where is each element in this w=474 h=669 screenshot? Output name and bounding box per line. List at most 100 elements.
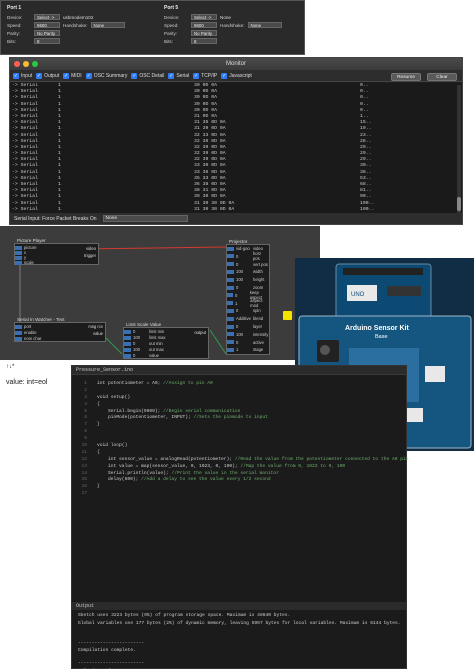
parity-select[interactable]: No Parity — [34, 30, 60, 36]
code-area[interactable]: 1 int potentiometer = A0; //Assign to pin… — [72, 375, 408, 498]
resume-button[interactable]: Resume — [391, 73, 421, 81]
port-value[interactable]: 0 value — [124, 353, 159, 358]
port-value[interactable]: 0 — [236, 285, 251, 290]
checkbox-checked-icon[interactable]: ✓ — [63, 72, 70, 79]
port-out-max[interactable]: 100 out max — [124, 347, 164, 352]
port-value[interactable]: 100 — [133, 347, 147, 352]
code-line[interactable]: 1 int potentiometer = A0; //Assign to pin… — [72, 381, 406, 388]
code-line[interactable]: 10 void loop() — [72, 443, 406, 450]
port-value[interactable]: 0 — [235, 293, 248, 298]
speed-select[interactable]: 9600 — [191, 22, 217, 28]
out-msg-rcv[interactable]: msg rcv — [88, 324, 103, 329]
out-value[interactable]: value — [93, 331, 103, 336]
code-line[interactable]: 13 int value = map(sensor_value, 0, 1023… — [72, 464, 406, 471]
bits-select[interactable]: 8 — [191, 38, 217, 44]
parity-select[interactable]: No Parity — [191, 30, 217, 36]
code-line[interactable]: 11 { — [72, 450, 406, 457]
filter-javascript[interactable]: ✓ Javascript — [221, 72, 252, 79]
code-line[interactable]: 6 pinMode(potentiometer, INPUT); //Sets … — [72, 415, 406, 422]
filter-midi[interactable]: ✓ MIDI — [63, 72, 82, 79]
projector-toggle[interactable] — [283, 311, 292, 320]
port-scale[interactable]: scale — [15, 260, 34, 265]
close-icon[interactable] — [14, 61, 20, 67]
filter-osc-summary[interactable]: ✓ OSC Summary — [85, 72, 127, 79]
port-keep-aspect[interactable]: 0 keep aspect — [227, 290, 269, 300]
filter-osc-detail[interactable]: ✓ OSC Detail — [131, 72, 164, 79]
port-vert-pos[interactable]: 0 vert pos — [227, 262, 268, 267]
minimize-icon[interactable] — [23, 61, 29, 67]
port-eom-char[interactable]: eom char — [15, 336, 41, 341]
checkbox-checked-icon[interactable]: ✓ — [221, 72, 228, 79]
port-value[interactable]: 100 — [236, 332, 251, 337]
port-out-min[interactable]: 0 out min — [124, 341, 163, 346]
device-select[interactable]: Select -> — [34, 14, 60, 20]
out-video[interactable]: video — [86, 246, 96, 251]
code-line[interactable]: 9 — [72, 436, 406, 443]
code-line[interactable]: 15 delay(500); //Add a delay to see the … — [72, 477, 406, 484]
code-line[interactable]: 7} — [72, 422, 406, 429]
port-limit-min[interactable]: 0 limit min — [124, 329, 164, 334]
checkbox-checked-icon[interactable]: ✓ — [85, 72, 92, 79]
port-video[interactable]: vid-goo video — [227, 246, 263, 251]
port-layer[interactable]: 0 layer — [227, 324, 262, 329]
port-value[interactable]: 100 — [236, 277, 251, 282]
port-value[interactable]: 1 — [235, 301, 248, 306]
filter-input[interactable]: ✓ Input — [13, 72, 32, 79]
port-spin[interactable]: 0 spin — [227, 308, 261, 313]
speed-select[interactable]: 9600 — [34, 22, 60, 28]
monitor-log[interactable]: -> Serial 1 30 0D 0A 0.. -> Serial 1 30 0D 0A 0… — [10, 83, 462, 215]
port-value[interactable]: 0 — [236, 262, 251, 267]
filter-serial[interactable]: ✓ Serial — [168, 72, 189, 79]
bits-select[interactable]: 8 — [34, 38, 60, 44]
code-line[interactable]: 12 int sensor_value = analogRead(potenti… — [72, 457, 408, 464]
port-value[interactable]: 0 — [236, 340, 251, 345]
port-enable[interactable]: enable — [15, 330, 37, 335]
port-horz-pos[interactable]: 0 horz pos — [227, 251, 269, 261]
monitor-scrollbar[interactable] — [457, 85, 461, 213]
patch-editor[interactable]: Picture Player picture x y scale video t… — [0, 226, 320, 360]
checkbox-checked-icon[interactable]: ✓ — [36, 72, 43, 79]
sketch-tab[interactable]: Pressure_Sensor.ino — [72, 366, 406, 375]
port-value[interactable]: Additive — [236, 316, 251, 321]
clear-button[interactable]: Clear — [427, 73, 457, 81]
filter-tcp-ip[interactable]: ✓ TCP/IP — [193, 72, 217, 79]
port-value[interactable]: 0 — [236, 308, 251, 313]
out-output[interactable]: output — [194, 330, 206, 335]
code-line[interactable]: 16} — [72, 484, 406, 491]
code-line[interactable]: 17 — [72, 491, 406, 498]
code-line[interactable]: 2 — [72, 388, 406, 395]
port-stage[interactable]: 1 stage — [227, 347, 263, 352]
port-value[interactable]: 0 — [133, 353, 147, 358]
port-value[interactable]: 0 — [236, 324, 251, 329]
port-blend[interactable]: Additive blend — [227, 316, 263, 321]
code-line[interactable]: 4{ — [72, 402, 406, 409]
filter-output[interactable]: ✓ Output — [36, 72, 59, 79]
checkbox-checked-icon[interactable]: ✓ — [168, 72, 175, 79]
checkbox-checked-icon[interactable]: ✓ — [13, 72, 19, 79]
code-line[interactable]: 8 — [72, 429, 406, 436]
port-port[interactable]: port — [15, 324, 31, 329]
serial-watcher-node[interactable]: Serial In Watcher - Text port enable eom… — [14, 317, 106, 342]
port-height[interactable]: 100 height — [227, 277, 264, 282]
port-value[interactable]: vid-goo — [236, 246, 251, 251]
port-value[interactable]: 100 — [236, 269, 251, 274]
port-aspect-mod[interactable]: 1 aspect mod — [227, 298, 269, 308]
code-line[interactable]: 3 void setup() — [72, 395, 406, 402]
log-row[interactable]: -> Serial 1 31 30 30 0D 0A 100.. — [10, 207, 462, 213]
port-value[interactable]: 0 — [133, 329, 147, 334]
packet-breaks-select[interactable]: None — [102, 215, 188, 222]
projector-node[interactable]: Projector vid-goo video 0 horz pos 0 vert pos… — [226, 239, 270, 355]
port-value[interactable]: 0 — [236, 254, 251, 259]
handshake-select[interactable]: None — [247, 22, 282, 28]
port-zoom[interactable]: 0 zoom — [227, 285, 263, 290]
port-width[interactable]: 100 width — [227, 269, 263, 274]
limit-scale-node[interactable]: Limit Scale Value 0 limit min 100 limit max… — [123, 322, 209, 359]
port-value[interactable]: 0 — [133, 341, 147, 346]
device-select[interactable]: Select -> — [191, 14, 217, 20]
scroll-thumb[interactable] — [457, 197, 461, 211]
port-value[interactable]: 1 — [236, 347, 251, 352]
picture-player-node[interactable]: Picture Player picture x y scale video t… — [14, 238, 99, 265]
checkbox-checked-icon[interactable]: ✓ — [131, 72, 138, 79]
port-intensity[interactable]: 100 intensity — [227, 332, 268, 337]
out-trigger[interactable]: trigger — [84, 253, 96, 258]
